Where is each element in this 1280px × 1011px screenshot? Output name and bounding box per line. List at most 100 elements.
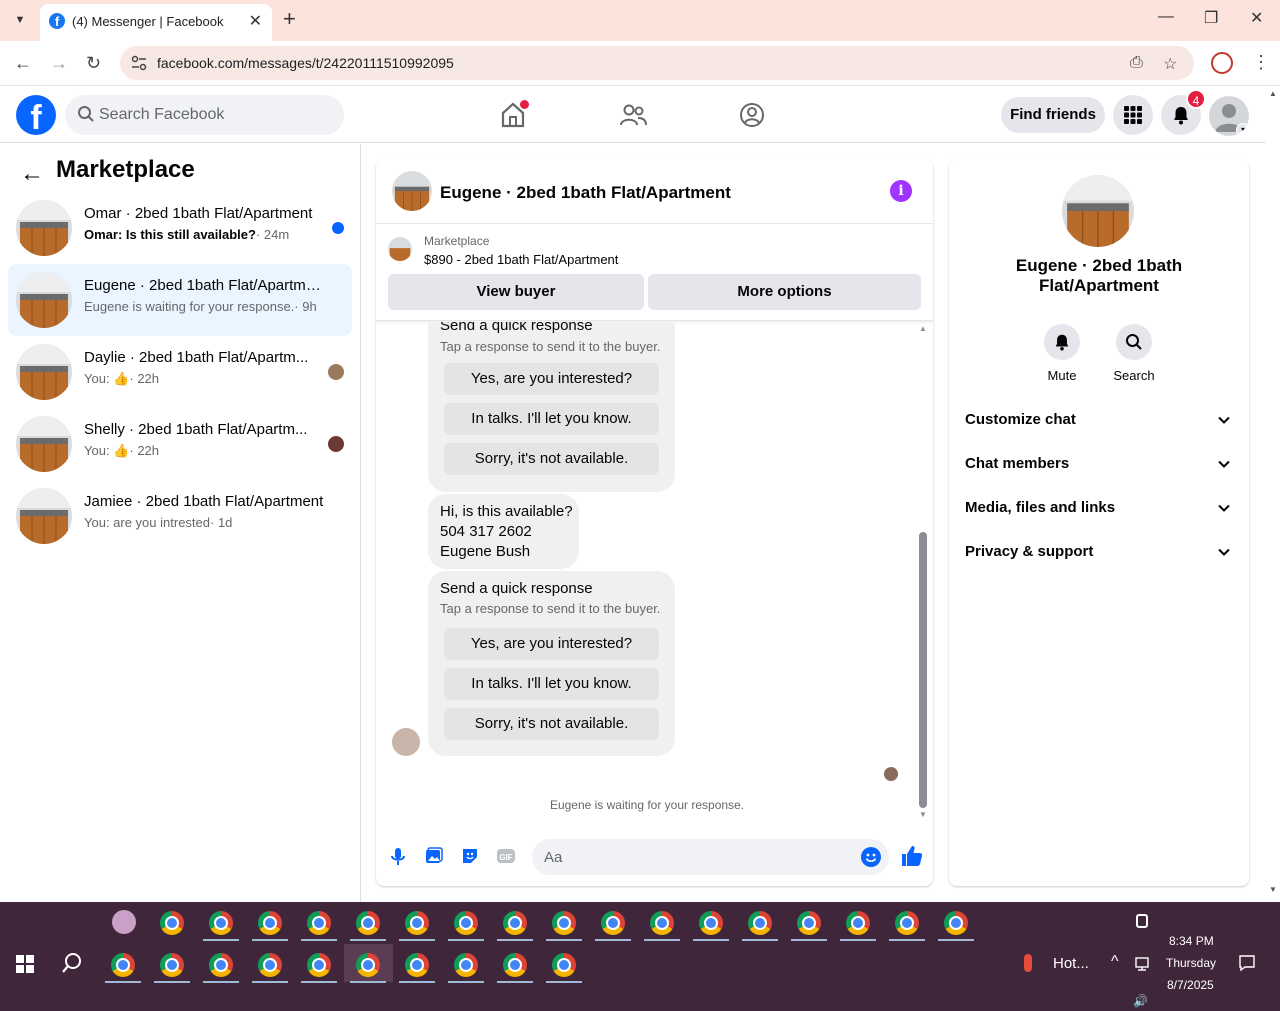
forward-icon[interactable]: → xyxy=(50,53,68,74)
message-input[interactable] xyxy=(544,839,844,875)
view-buyer-button[interactable]: View buyer xyxy=(388,274,644,310)
microphone-icon[interactable] xyxy=(388,846,408,866)
search-in-chat-button[interactable]: Search xyxy=(1104,324,1164,383)
page-scrollbar[interactable]: ▲ ▼ xyxy=(1266,87,1280,902)
browser-tab[interactable]: f (4) Messenger | Facebook ✕ xyxy=(40,4,272,41)
account-chevron-icon[interactable]: ▾ xyxy=(1236,123,1249,136)
facebook-logo-icon[interactable]: f xyxy=(16,95,56,135)
sender-avatar[interactable] xyxy=(392,728,420,756)
tab-close-icon[interactable]: ✕ xyxy=(249,11,262,31)
quick-reply-not-available-button[interactable]: Sorry, it's not available. xyxy=(444,708,659,740)
chrome-profile-icon[interactable] xyxy=(846,911,870,935)
chat-title[interactable]: Eugene · 2bed 1bath Flat/Apartment xyxy=(440,183,731,203)
sticker-icon[interactable] xyxy=(460,846,480,866)
chrome-profile-icon[interactable] xyxy=(307,911,331,935)
clock-day[interactable]: Thursday xyxy=(1166,956,1216,970)
minimize-icon[interactable]: — xyxy=(1158,8,1174,26)
groups-icon[interactable] xyxy=(736,99,768,131)
facebook-search-input[interactable] xyxy=(99,95,334,135)
quick-reply-in-talks-button[interactable]: In talks. I'll let you know. xyxy=(444,668,659,700)
listing-title[interactable]: $890 - 2bed 1bath Flat/Apartment xyxy=(424,252,618,267)
chrome-profile-icon[interactable] xyxy=(503,953,527,977)
chrome-profile-icon[interactable] xyxy=(895,911,919,935)
quick-reply-in-talks-button[interactable]: In talks. I'll let you know. xyxy=(444,403,659,435)
tray-chevron-up-icon[interactable]: ^ xyxy=(1111,953,1119,971)
quick-reply-yes-button[interactable]: Yes, are you interested? xyxy=(444,628,659,660)
window-close-icon[interactable]: ✕ xyxy=(1250,8,1263,28)
scrollbar-thumb[interactable] xyxy=(919,532,927,808)
taskbar-search-icon[interactable] xyxy=(61,952,83,974)
chrome-profile-icon[interactable] xyxy=(797,911,821,935)
omnibox[interactable]: facebook.com/messages/t/2422011151099209… xyxy=(120,46,1194,80)
facebook-search[interactable] xyxy=(65,95,344,135)
chrome-profile-icon[interactable] xyxy=(209,911,233,935)
volume-icon[interactable]: 🔊 xyxy=(1133,994,1148,1008)
back-arrow-icon[interactable]: ← xyxy=(20,160,44,188)
gif-icon[interactable]: GIF xyxy=(496,846,516,866)
conversation-item[interactable]: Shelly · 2bed 1bath Flat/Apartm... You: … xyxy=(8,408,352,480)
chrome-profile-icon[interactable] xyxy=(356,911,380,935)
reload-icon[interactable]: ↻ xyxy=(86,53,101,74)
chrome-profile-icon[interactable] xyxy=(258,911,282,935)
message-scrollbar[interactable]: ▲ ▼ xyxy=(917,322,929,822)
back-icon[interactable]: ← xyxy=(14,53,32,74)
conversation-item[interactable]: Jamiee · 2bed 1bath Flat/Apartment You: … xyxy=(8,480,352,552)
chrome-profile-icon[interactable] xyxy=(748,911,772,935)
conversation-item[interactable]: Daylie · 2bed 1bath Flat/Apartm... You: … xyxy=(8,336,352,408)
chrome-profile-icon[interactable] xyxy=(258,953,282,977)
chrome-profile-icon[interactable] xyxy=(699,911,723,935)
thumbs-up-send-icon[interactable] xyxy=(900,844,924,868)
notification-center-icon[interactable] xyxy=(1238,954,1256,972)
clock-date[interactable]: 8/7/2025 xyxy=(1167,978,1214,992)
chrome-profile-icon[interactable] xyxy=(601,911,625,935)
windows-start-icon[interactable] xyxy=(16,955,34,973)
browser-profile-icon[interactable] xyxy=(1211,52,1233,74)
quick-reply-yes-button[interactable]: Yes, are you interested? xyxy=(444,363,659,395)
privacy-support-row[interactable]: Privacy & support xyxy=(957,531,1241,575)
browser-menu-icon[interactable]: ⋮ xyxy=(1252,52,1270,73)
friends-icon[interactable] xyxy=(617,99,649,131)
quick-reply-not-available-button[interactable]: Sorry, it's not available. xyxy=(444,443,659,475)
chrome-profile-icon[interactable] xyxy=(307,953,331,977)
chrome-profile-icon[interactable] xyxy=(356,953,380,977)
paint-app-icon[interactable] xyxy=(112,910,136,934)
chat-members-row[interactable]: Chat members xyxy=(957,443,1241,487)
chrome-profile-icon[interactable] xyxy=(454,953,478,977)
weather-thermometer-icon[interactable] xyxy=(1024,954,1032,972)
install-app-icon[interactable]: ⎙ xyxy=(1130,54,1143,72)
chrome-profile-icon[interactable] xyxy=(503,911,527,935)
media-files-links-row[interactable]: Media, files and links xyxy=(957,487,1241,531)
tablet-mode-icon[interactable] xyxy=(1136,914,1148,928)
tab-search-chevron-icon[interactable]: ▼ xyxy=(6,7,34,33)
restore-icon[interactable]: ❐ xyxy=(1204,8,1218,28)
emoji-icon[interactable] xyxy=(861,847,881,867)
find-friends-button[interactable]: Find friends xyxy=(1001,97,1105,133)
chrome-icon[interactable] xyxy=(160,911,184,935)
mute-button[interactable]: Mute xyxy=(1032,324,1092,383)
site-info-icon[interactable] xyxy=(130,54,148,72)
chrome-profile-icon[interactable] xyxy=(944,911,968,935)
conversation-item-active[interactable]: Eugene · 2bed 1bath Flat/Apartment Eugen… xyxy=(8,264,352,336)
new-tab-icon[interactable]: + xyxy=(283,8,296,30)
chrome-profile-icon[interactable] xyxy=(405,953,429,977)
chrome-profile-icon[interactable] xyxy=(454,911,478,935)
network-icon[interactable] xyxy=(1134,956,1150,972)
menu-grid-button[interactable] xyxy=(1113,95,1153,135)
info-icon[interactable]: i xyxy=(890,180,912,202)
chrome-profile-icon[interactable] xyxy=(209,953,233,977)
customize-chat-row[interactable]: Customize chat xyxy=(957,399,1241,443)
conversation-item[interactable]: Omar · 2bed 1bath Flat/Apartment Omar: I… xyxy=(8,192,352,264)
more-options-button[interactable]: More options xyxy=(648,274,921,310)
chrome-profile-icon[interactable] xyxy=(650,911,674,935)
chrome-profile-icon[interactable] xyxy=(111,953,135,977)
account-avatar[interactable]: ▾ xyxy=(1209,96,1249,136)
chrome-profile-icon[interactable] xyxy=(405,911,429,935)
chrome-profile-icon[interactable] xyxy=(160,953,184,977)
chrome-profile-icon[interactable] xyxy=(552,953,576,977)
weather-text[interactable]: Hot... xyxy=(1053,955,1089,972)
clock-time[interactable]: 8:34 PM xyxy=(1169,934,1214,948)
chat-listing-thumbnail[interactable] xyxy=(392,171,432,211)
chrome-profile-icon[interactable] xyxy=(552,911,576,935)
photo-icon[interactable] xyxy=(424,846,444,866)
bookmark-star-icon[interactable]: ☆ xyxy=(1163,54,1177,74)
